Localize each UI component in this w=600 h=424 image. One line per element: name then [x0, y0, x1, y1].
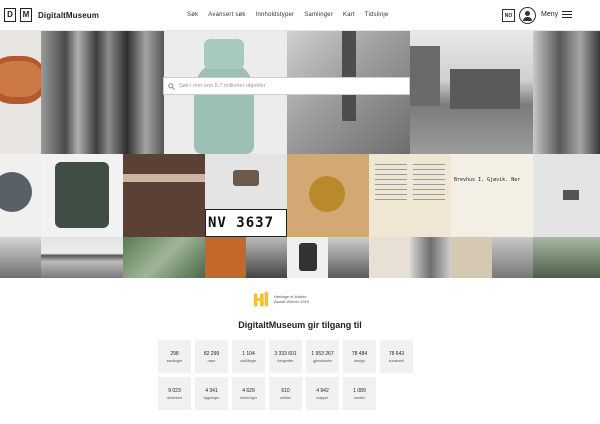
- stat-number: 1 104: [242, 350, 255, 357]
- mosaic-image-pot[interactable]: [0, 154, 41, 237]
- stat-number: 78 643: [388, 350, 405, 357]
- stat-tile-photographs[interactable]: 3 333 601 fotografier: [269, 340, 302, 373]
- mosaic-image-landscape[interactable]: [533, 237, 600, 278]
- mosaic-image-basket[interactable]: [0, 31, 41, 154]
- site-header: D M DigitaltMuseum Søk Avansert søk Innh…: [0, 0, 600, 31]
- stat-number: 78 484: [351, 350, 368, 357]
- search-icon[interactable]: [168, 82, 175, 90]
- award-text: Heritage in Motion Award Winner 2019: [274, 294, 322, 304]
- nav-advanced-search[interactable]: Avansert søk: [208, 12, 245, 18]
- menu-button[interactable]: Meny: [541, 11, 573, 18]
- nav-search[interactable]: Søk: [187, 12, 198, 18]
- image-mosaic: NV 3637 Brevhus I. Gjøvik. Ner: [0, 31, 600, 278]
- stat-tile-artworks[interactable]: 78 643 kunstverk: [380, 340, 413, 373]
- mosaic-image-portrait[interactable]: [328, 237, 369, 278]
- award-badge: Heritage in Motion Award Winner 2019: [252, 290, 322, 308]
- stat-number: 1 089: [353, 387, 366, 394]
- site-logo[interactable]: D M DigitaltMuseum: [4, 8, 99, 22]
- stat-tile-articles[interactable]: 610 artikler: [269, 377, 302, 410]
- stat-tile-exhibitions[interactable]: 1 104 utstillinger: [232, 340, 265, 373]
- stat-number: 82 299: [203, 350, 220, 357]
- stat-label: design: [354, 358, 365, 363]
- mosaic-image-painting[interactable]: [205, 237, 246, 278]
- document-text: Brevhus I. Gjøvik. Ner: [454, 177, 521, 183]
- logo-letter-d: D: [4, 8, 16, 22]
- stat-number: 3 333 601: [274, 350, 297, 357]
- mosaic-image-object[interactable]: [533, 154, 600, 237]
- menu-label: Meny: [541, 11, 559, 18]
- mosaic-image-train[interactable]: [41, 237, 123, 278]
- mosaic-image-book[interactable]: [369, 154, 451, 237]
- nav-content-types[interactable]: Innholdstyper: [256, 12, 295, 18]
- nav-collections[interactable]: Samlinger: [304, 12, 333, 18]
- mosaic-image-licence-plate[interactable]: NV 3637: [205, 209, 287, 237]
- search-input[interactable]: [179, 83, 409, 89]
- user-icon[interactable]: [519, 7, 536, 24]
- mosaic-image-cartridge[interactable]: [205, 154, 287, 209]
- mosaic-image-tin[interactable]: [41, 154, 123, 237]
- stat-label: kunstverk: [388, 358, 405, 363]
- stats-grid: 298 samlinger 82 299 navn 1 104 utstillinge…: [158, 340, 418, 410]
- stat-number: 9 023: [168, 387, 181, 394]
- stat-number: 4 341: [205, 387, 218, 394]
- stat-label: bygninger: [203, 395, 220, 400]
- stat-label: mapper: [316, 395, 329, 400]
- stat-number: 610: [281, 387, 290, 394]
- user-icon-head: [525, 11, 530, 16]
- mosaic-image-forest[interactable]: [41, 31, 164, 154]
- stat-tile-buildings[interactable]: 4 341 bygninger: [195, 377, 228, 410]
- mosaic-image-fabric[interactable]: [123, 154, 205, 237]
- stat-tile-names[interactable]: 82 299 navn: [195, 340, 228, 373]
- stat-label: gjenstander: [313, 358, 332, 363]
- stat-label: utstillinger: [240, 358, 257, 363]
- mosaic-image-aerial[interactable]: [123, 237, 205, 278]
- user-icon-body: [523, 17, 532, 21]
- page-title: DigitaltMuseum gir tilgang til: [238, 320, 362, 330]
- stat-number: 4 629: [242, 387, 255, 394]
- stat-tile-folders[interactable]: 4 942 mapper: [306, 377, 339, 410]
- stat-tile-collections[interactable]: 298 samlinger: [158, 340, 191, 373]
- award-line-2: Award Winner 2019: [274, 299, 310, 304]
- stat-tile-stories[interactable]: 4 629 fortellinger: [232, 377, 265, 410]
- language-button[interactable]: NO: [502, 9, 515, 22]
- stat-label: medier: [354, 395, 365, 400]
- mosaic-image-houses[interactable]: [0, 237, 41, 278]
- mosaic-image-document[interactable]: Brevhus I. Gjøvik. Ner: [451, 154, 533, 237]
- stat-tile-media[interactable]: 1 089 medier: [343, 377, 376, 410]
- stat-tile-objects[interactable]: 1 953 267 gjenstander: [306, 340, 339, 373]
- main-nav: Søk Avansert søk Innholdstyper Samlinger…: [187, 12, 388, 18]
- logo-text: DigitaltMuseum: [38, 10, 99, 20]
- hamburger-icon: [562, 11, 573, 18]
- mosaic-image-badge[interactable]: [287, 154, 369, 237]
- nav-map[interactable]: Kart: [343, 12, 355, 18]
- award-logo-icon: [253, 291, 269, 307]
- nav-timeline[interactable]: Tidslinje: [365, 12, 389, 18]
- mosaic-image-station[interactable]: [410, 31, 533, 154]
- mosaic-image-group[interactable]: [246, 237, 287, 278]
- stat-label: samlinger: [166, 358, 183, 363]
- stat-number: 4 942: [316, 387, 329, 394]
- mosaic-image-jar[interactable]: [287, 237, 328, 278]
- mosaic-image-sketch[interactable]: [369, 237, 410, 278]
- stat-label: fortellinger: [240, 395, 257, 400]
- stat-label: fotografier: [277, 358, 294, 363]
- stat-label: navn: [207, 358, 216, 363]
- stat-label: artikler: [280, 395, 291, 400]
- stat-tile-architecture[interactable]: 9 023 arkitektur: [158, 377, 191, 410]
- search-bar: [163, 77, 410, 95]
- licence-plate-text: NV 3637: [208, 215, 275, 231]
- mosaic-image-people[interactable]: [533, 31, 600, 154]
- mosaic-image-couple[interactable]: [410, 237, 451, 278]
- stat-label: arkitektur: [167, 395, 182, 400]
- stat-number: 298: [170, 350, 179, 357]
- logo-letter-m: M: [20, 8, 32, 22]
- stat-number: 1 953 267: [311, 350, 334, 357]
- mosaic-image-paper[interactable]: [451, 237, 492, 278]
- mosaic-image-workers[interactable]: [492, 237, 533, 278]
- stat-tile-design[interactable]: 78 484 design: [343, 340, 376, 373]
